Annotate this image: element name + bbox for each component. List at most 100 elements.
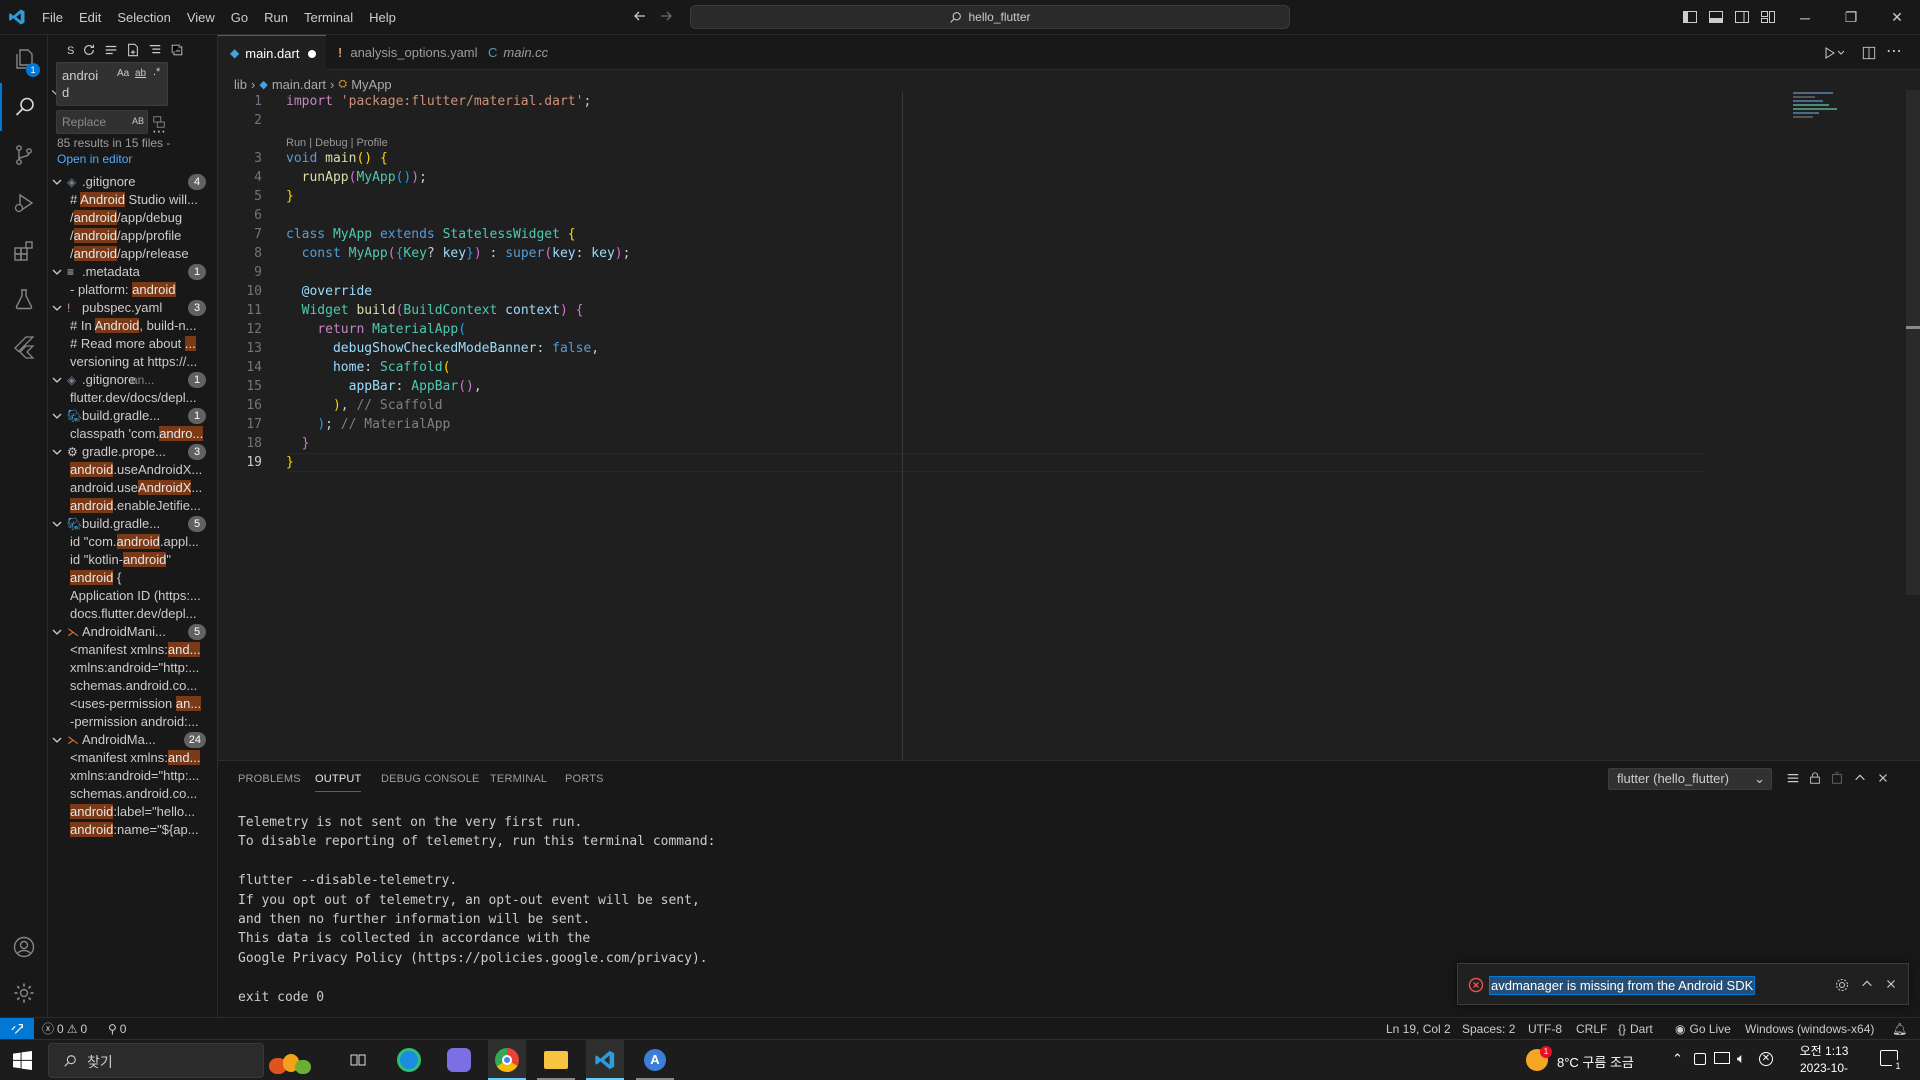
windows-start-icon[interactable]	[13, 1051, 32, 1070]
flutter-activity[interactable]	[0, 323, 48, 371]
search-input[interactable]: android Aa ab .*	[56, 62, 168, 106]
tab-terminal[interactable]: TERMINAL	[490, 761, 547, 797]
minimize-button[interactable]: ─	[1782, 0, 1828, 35]
lock-icon[interactable]	[1808, 771, 1822, 785]
search-activity[interactable]	[0, 83, 48, 131]
ports-indicator[interactable]: ⚲ 0	[108, 1018, 126, 1040]
expand-notification-icon[interactable]	[1860, 977, 1874, 991]
customize-layout-icon[interactable]	[1760, 9, 1776, 25]
editor-scrollbar[interactable]	[1906, 90, 1920, 595]
explorer-activity[interactable]: 1	[0, 35, 48, 83]
codelens-run-debug-profile[interactable]: Run | Debug | Profile	[286, 137, 388, 149]
bell-icon[interactable]: 🔔︎	[1892, 1018, 1907, 1040]
toggle-panel-icon[interactable]	[1708, 9, 1724, 25]
indentation[interactable]: Spaces: 2	[1462, 1018, 1515, 1040]
breadcrumb-file[interactable]: main.dart	[272, 77, 326, 92]
meet-now-icon[interactable]	[1694, 1053, 1706, 1065]
tab-main-dart[interactable]: ◆ main.dart	[218, 35, 326, 70]
regex-icon[interactable]: .*	[153, 66, 160, 78]
ports-count: 0	[119, 1022, 127, 1036]
file-explorer-taskbar-button[interactable]	[537, 1040, 575, 1080]
remote-indicator[interactable]	[0, 1018, 34, 1040]
copilot-icon[interactable]	[447, 1048, 471, 1072]
cursor-position[interactable]: Ln 19, Col 2	[1386, 1018, 1451, 1040]
menu-view[interactable]: View	[179, 0, 223, 35]
tab-main-cc[interactable]: C main.cc	[476, 35, 566, 70]
taskbar-clock[interactable]: 오전 1:13 2023-10-18	[1794, 1043, 1854, 1080]
taskbar-search-box[interactable]: 찾기	[48, 1043, 311, 1078]
whole-word-icon[interactable]: ab	[135, 68, 146, 79]
manage-activity[interactable]	[0, 969, 48, 1017]
encoding[interactable]: UTF-8	[1528, 1018, 1562, 1040]
weather-text[interactable]: 8°C 구름 조금	[1557, 1052, 1634, 1071]
run-debug-activity[interactable]	[0, 179, 48, 227]
view-as-tree-icon[interactable]	[148, 43, 162, 57]
preserve-case-icon[interactable]: AB	[132, 116, 144, 126]
menu-edit[interactable]: Edit	[71, 0, 109, 35]
replace-input[interactable]: Replace AB	[56, 110, 148, 134]
breadcrumb-class[interactable]: MyApp	[351, 77, 391, 92]
collapse-all-icon[interactable]	[170, 43, 184, 57]
result-match-row[interactable]: android:name="${ap...	[48, 819, 217, 841]
refresh-icon[interactable]	[82, 43, 96, 57]
run-or-debug-icon[interactable]	[1824, 46, 1844, 60]
maximize-panel-icon[interactable]	[1853, 771, 1867, 785]
tab-debug-console[interactable]: DEBUG CONSOLE	[381, 761, 480, 797]
tab-output[interactable]: OUTPUT	[315, 761, 362, 792]
source-control-activity[interactable]	[0, 131, 48, 179]
android-studio-taskbar-button[interactable]: A	[636, 1040, 674, 1080]
tab-ports[interactable]: PORTS	[565, 761, 604, 797]
output-channel-select[interactable]: flutter (hello_flutter) ⌄	[1608, 768, 1772, 790]
match-case-icon[interactable]: Aa	[117, 68, 129, 79]
split-editor-icon[interactable]	[1862, 46, 1876, 60]
code-editor[interactable]: lib › ◆ main.dart › ⛭ MyApp 1 2 3 4 5 6 7 8 9 10 1…	[218, 70, 1920, 760]
go-live-button[interactable]: ◉ Go Live	[1675, 1018, 1731, 1040]
minimap[interactable]	[1793, 90, 1843, 130]
tab-problems[interactable]: PROBLEMS	[238, 761, 301, 797]
account-icon	[13, 936, 35, 958]
end-of-line[interactable]: CRLF	[1576, 1018, 1607, 1040]
close-panel-icon[interactable]	[1876, 771, 1890, 785]
vscode-taskbar-button[interactable]	[586, 1040, 624, 1080]
unsaved-dot-icon[interactable]	[308, 50, 316, 58]
speaker-icon[interactable]: 🔈︎	[1737, 1050, 1745, 1067]
menu-selection[interactable]: Selection	[109, 0, 178, 35]
forward-arrow-icon[interactable]	[658, 8, 674, 24]
more-actions-icon[interactable]: ⋯	[1886, 41, 1902, 61]
gear-icon[interactable]	[1834, 977, 1850, 993]
toggle-primary-sidebar-icon[interactable]	[1682, 9, 1698, 25]
edge-icon[interactable]	[397, 1048, 421, 1072]
close-window-button[interactable]: ✕	[1874, 0, 1920, 35]
problems-indicator[interactable]: ⓧ 0 ⚠ 0	[42, 1018, 87, 1040]
line-number: 12	[246, 322, 262, 337]
menu-terminal[interactable]: Terminal	[296, 0, 361, 35]
clear-output-icon[interactable]	[1830, 771, 1844, 785]
menu-file[interactable]: File	[34, 0, 71, 35]
language-mode[interactable]: {} Dart	[1618, 1018, 1653, 1040]
menu-go[interactable]: Go	[223, 0, 256, 35]
menu-help[interactable]: Help	[361, 0, 404, 35]
close-notification-icon[interactable]	[1884, 977, 1898, 991]
word-wrap-icon[interactable]	[1786, 772, 1800, 786]
open-in-editor-link[interactable]: Open in editor	[57, 152, 132, 166]
extensions-activity[interactable]	[0, 227, 48, 275]
toggle-secondary-sidebar-icon[interactable]	[1734, 9, 1750, 25]
network-icon[interactable]	[1714, 1052, 1730, 1064]
match-highlight: ...	[184, 336, 196, 351]
tab-analysis-options[interactable]: ! analysis_options.yaml	[326, 35, 478, 70]
testing-activity[interactable]	[0, 275, 48, 323]
line-number: 3	[254, 151, 262, 166]
menu-run[interactable]: Run	[256, 0, 296, 35]
accounts-activity[interactable]	[0, 923, 48, 971]
clear-results-icon[interactable]	[104, 43, 118, 57]
back-arrow-icon[interactable]	[632, 8, 648, 24]
new-search-editor-icon[interactable]	[126, 43, 140, 57]
task-view-icon[interactable]	[349, 1051, 367, 1069]
restore-button[interactable]: ❐	[1828, 0, 1874, 35]
chrome-taskbar-button[interactable]	[488, 1040, 526, 1080]
ime-icon[interactable]: ✕	[1759, 1052, 1773, 1066]
command-center[interactable]: hello_flutter	[690, 5, 1290, 29]
breadcrumb-lib[interactable]: lib	[234, 77, 247, 92]
flutter-device[interactable]: Windows (windows-x64)	[1745, 1018, 1874, 1040]
show-hidden-icons-chevron[interactable]: ⌃	[1672, 1051, 1683, 1067]
